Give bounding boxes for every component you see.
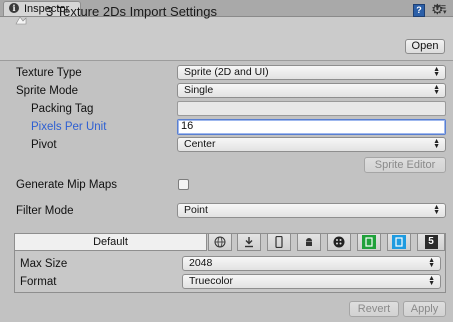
texture-asset-icon — [15, 16, 27, 25]
windows-store-icon — [362, 235, 376, 249]
tab-android-platform[interactable] — [297, 233, 321, 251]
tab-web-platform[interactable] — [208, 233, 232, 251]
generate-mip-maps-checkbox[interactable] — [178, 179, 189, 190]
tab-ios-platform[interactable] — [267, 233, 291, 251]
pixels-per-unit-label: Pixels Per Unit — [31, 121, 107, 133]
sprite-editor-button[interactable]: Sprite Editor — [364, 157, 446, 173]
blackberry-icon — [333, 236, 345, 248]
phone-icon — [275, 235, 283, 249]
tab-windows-store-platform[interactable] — [357, 233, 381, 251]
max-size-label: Max Size — [20, 258, 68, 270]
tab-blackberry-platform[interactable] — [327, 233, 351, 251]
tab-standalone-platform[interactable] — [237, 233, 261, 251]
filter-mode-value: Point — [184, 204, 208, 216]
info-icon: i — [9, 3, 19, 13]
revert-button[interactable]: Revert — [349, 301, 399, 317]
pivot-value: Center — [184, 138, 216, 150]
up-down-arrow-icon: ▲ ▼ — [428, 257, 435, 269]
format-value: Truecolor — [189, 275, 233, 287]
up-down-arrow-icon: ▲ ▼ — [428, 275, 435, 287]
up-down-arrow-icon: ▲ ▼ — [433, 66, 440, 78]
up-down-arrow-icon: ▲ ▼ — [433, 204, 440, 216]
android-icon — [306, 238, 312, 246]
help-book-icon[interactable]: ? — [413, 4, 425, 17]
globe-icon — [214, 236, 226, 248]
tab-webgl-html5-platform[interactable]: 5 — [417, 233, 445, 251]
sprite-mode-dropdown[interactable]: Single ▲ ▼ — [177, 83, 446, 98]
gear-dropdown-caret-icon[interactable]: ▾ — [443, 8, 447, 16]
inspector-header — [0, 17, 453, 61]
filter-mode-dropdown[interactable]: Point ▲ ▼ — [177, 203, 446, 218]
texture-type-label: Texture Type — [16, 67, 82, 79]
up-down-arrow-icon: ▲ ▼ — [433, 138, 440, 150]
pivot-dropdown[interactable]: Center ▲ ▼ — [177, 137, 446, 152]
up-down-arrow-icon: ▲ ▼ — [433, 84, 440, 96]
apply-button[interactable]: Apply — [403, 301, 446, 317]
packing-tag-input[interactable] — [177, 101, 446, 116]
windows-phone-icon — [392, 235, 406, 249]
texture-type-dropdown[interactable]: Sprite (2D and UI) ▲ ▼ — [177, 65, 446, 80]
format-dropdown[interactable]: Truecolor ▲ ▼ — [182, 274, 441, 289]
max-size-value: 2048 — [189, 257, 213, 269]
pixels-per-unit-input[interactable]: 16 — [177, 119, 446, 135]
sprite-mode-label: Sprite Mode — [16, 85, 79, 97]
packing-tag-label: Packing Tag — [31, 103, 94, 115]
tab-windows-phone-platform[interactable] — [387, 233, 411, 251]
gear-icon[interactable]: ⚙ — [431, 1, 444, 18]
format-label: Format — [20, 276, 57, 288]
texture-type-value: Sprite (2D and UI) — [184, 66, 269, 78]
page-title: 3 Texture 2Ds Import Settings — [46, 4, 218, 19]
html5-icon: 5 — [424, 235, 438, 249]
filter-mode-label: Filter Mode — [16, 205, 74, 217]
tab-default-platform[interactable]: Default — [14, 233, 207, 251]
max-size-dropdown[interactable]: 2048 ▲ ▼ — [182, 256, 441, 271]
pivot-label: Pivot — [31, 139, 57, 151]
download-icon — [245, 237, 253, 248]
sprite-mode-value: Single — [184, 84, 214, 96]
open-button[interactable]: Open — [405, 39, 445, 54]
generate-mip-maps-label: Generate Mip Maps — [16, 179, 117, 191]
